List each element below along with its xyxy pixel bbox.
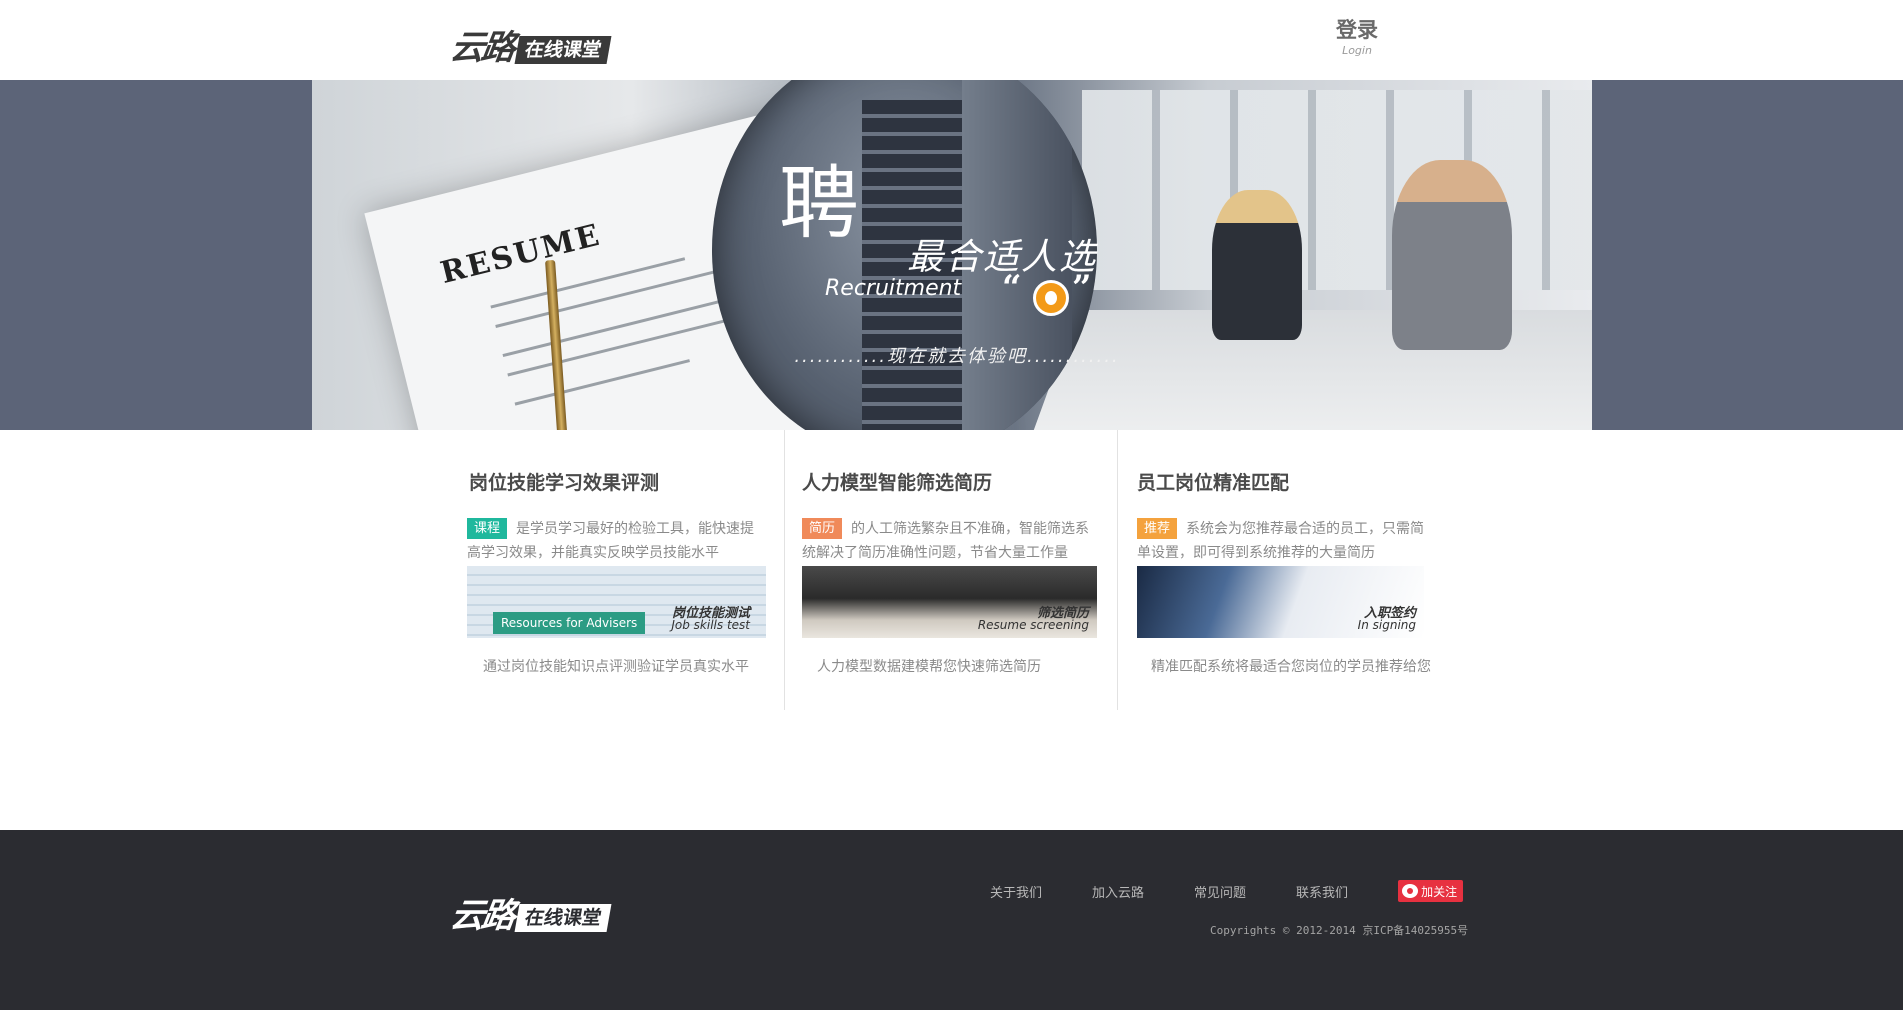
resume-paper-title: RESUME <box>437 217 605 292</box>
thumbnail-caption-en: In signing <box>1357 618 1416 632</box>
footer-logo-main-text: 云路 <box>447 896 516 936</box>
login-button[interactable]: 登录 Login <box>1322 18 1392 57</box>
site-header: 云路 在线课堂 登录 Login <box>0 0 1903 80</box>
feature-title: 人力模型智能筛选简历 <box>802 472 993 494</box>
footer-nav: 关于我们 加入云路 常见问题 联系我们 加关注 <box>990 880 1464 902</box>
logo-main-text: 云路 <box>447 28 516 68</box>
office-window-image <box>1082 90 1592 290</box>
feature-description: 推荐 系统会为您推荐最合适的员工，只需简单设置，即可得到系统推荐的大量简历 <box>1137 517 1437 565</box>
footer-link-faq[interactable]: 常见问题 <box>1194 882 1246 901</box>
feature-description-text: 的人工筛选繁杂且不准确，智能筛选系统解决了简历准确性问题，节省大量工作量 <box>802 521 1090 561</box>
weibo-follow-button[interactable]: 加关注 <box>1398 880 1464 902</box>
course-badge: 课程 <box>467 518 508 539</box>
feature-skill-test: 岗位技能学习效果评测 课程 是学员学习最好的检验工具，能快速提高学习效果，并能真实… <box>452 430 784 710</box>
feature-description-text: 是学员学习最好的检验工具，能快速提高学习效果，并能真实反映学员技能水平 <box>467 521 755 561</box>
logo-tag-text: 在线课堂 <box>514 35 612 64</box>
in-signing-thumbnail[interactable]: 入职签约 In signing <box>1137 566 1424 638</box>
site-footer: 云路 在线课堂 关于我们 加入云路 常见问题 联系我们 加关注 Copyrigh… <box>0 830 1903 1010</box>
thumbnail-caption-en: Resume screening <box>977 618 1089 632</box>
site-logo[interactable]: 云路 在线课堂 <box>447 20 612 69</box>
thumbnail-caption-en: Job skills test <box>671 618 750 632</box>
footer-link-about[interactable]: 关于我们 <box>990 882 1042 901</box>
login-sublabel: Login <box>1342 44 1372 57</box>
feature-footer-text: 通过岗位技能知识点评测验证学员真实水平 <box>483 659 749 675</box>
footer-logo-tag-text: 在线课堂 <box>514 903 612 932</box>
weibo-follow-label: 加关注 <box>1421 884 1458 899</box>
businesswoman-image <box>1212 190 1302 340</box>
feature-resume-screening: 人力模型智能筛选简历 简历 的人工筛选繁杂且不准确，智能筛选系统解决了简历准确性问… <box>784 430 1117 710</box>
play-icon[interactable] <box>1033 280 1069 316</box>
quote-close-icon: ” <box>1072 268 1092 308</box>
hero-character: 聘 <box>779 157 859 250</box>
feature-footer-text: 精准匹配系统将最适合您岗位的学员推荐给您 <box>1151 659 1431 675</box>
skill-test-thumbnail[interactable]: Resources for Advisers 岗位技能测试 Job skills… <box>467 566 766 638</box>
resources-for-advisers-label: Resources for Advisers <box>493 612 646 634</box>
features-section: 岗位技能学习效果评测 课程 是学员学习最好的检验工具，能快速提高学习效果，并能真实… <box>452 430 1452 710</box>
login-label: 登录 <box>1336 18 1378 42</box>
feature-job-matching: 员工岗位精准匹配 推荐 系统会为您推荐最合适的员工，只需简单设置，即可得到系统推荐… <box>1117 430 1452 710</box>
businessman-image <box>1392 160 1512 350</box>
footer-link-contact[interactable]: 联系我们 <box>1296 882 1348 901</box>
footer-logo[interactable]: 云路 在线课堂 <box>447 888 612 937</box>
feature-description: 课程 是学员学习最好的检验工具，能快速提高学习效果，并能真实反映学员技能水平 <box>467 517 767 565</box>
feature-footer-text: 人力模型数据建模帮您快速筛选简历 <box>817 659 1041 675</box>
recommend-badge: 推荐 <box>1137 518 1178 539</box>
feature-title: 员工岗位精准匹配 <box>1137 472 1290 494</box>
hero-banner: RESUME 聘 最合适人选 Recruitment “ ” .........… <box>312 80 1592 430</box>
resume-badge: 简历 <box>802 518 843 539</box>
copyright-text: Copyrights © 2012-2014 京ICP备14025955号 <box>1210 924 1469 937</box>
feature-description: 简历 的人工筛选繁杂且不准确，智能筛选系统解决了简历准确性问题，节省大量工作量 <box>802 517 1102 565</box>
feature-description-text: 系统会为您推荐最合适的员工，只需简单设置，即可得到系统推荐的大量简历 <box>1137 521 1425 561</box>
experience-now-link[interactable]: ............现在就去体验吧............ <box>747 342 1167 368</box>
quote-open-icon: “ <box>1002 268 1022 308</box>
hero-recruitment-text: Recruitment <box>825 276 962 301</box>
resume-screening-thumbnail[interactable]: 筛选简历 Resume screening <box>802 566 1097 638</box>
weibo-icon <box>1402 884 1419 898</box>
feature-title: 岗位技能学习效果评测 <box>469 472 660 494</box>
footer-link-join[interactable]: 加入云路 <box>1092 882 1144 901</box>
